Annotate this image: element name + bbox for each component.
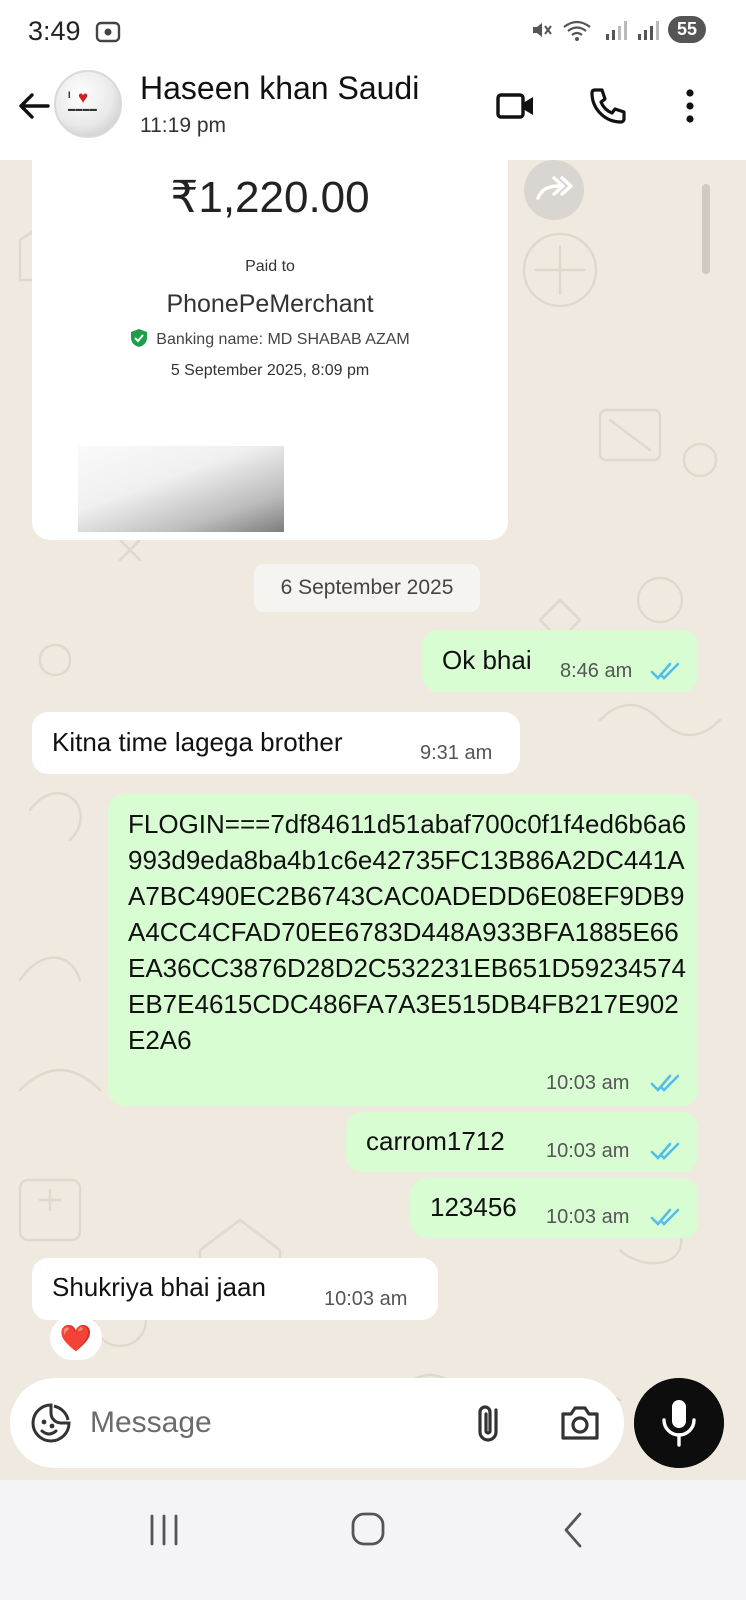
banking-name: Banking name: MD SHABAB AZAM (156, 331, 410, 348)
attach-icon[interactable] (468, 1400, 512, 1446)
message-input[interactable] (90, 1398, 450, 1448)
message-time: 10:03 am (546, 1206, 630, 1228)
signal-icon (605, 20, 627, 40)
emoji-sticker-icon[interactable] (30, 1402, 72, 1444)
banking-name-row: Banking name: MD SHABAB AZAM (32, 328, 508, 349)
chat-header: I ♥ ▬▬▬▬ Haseen khan Saudi 11:19 pm (0, 64, 746, 160)
paid-to-label: Paid to (245, 258, 295, 275)
avatar-letter-icon: I (68, 90, 71, 100)
message-text: FLOGIN===7df84611d51abaf700c0f1f4ed6b6a6… (128, 809, 687, 1055)
merchant-name: PhonePeMerchant (166, 290, 374, 318)
message-bubble-outgoing[interactable]: Ok bhai 8:46 am (422, 630, 698, 692)
status-icons: 55 (530, 16, 706, 43)
signal-2-icon (637, 20, 659, 40)
message-time: 9:31 am (420, 742, 493, 764)
message-text: carrom1712 (366, 1126, 505, 1156)
home-icon[interactable] (338, 1504, 398, 1556)
mute-icon (532, 22, 552, 37)
voice-call-icon[interactable] (586, 84, 630, 128)
message-bubble-incoming[interactable]: Kitna time lagega brother 9:31 am (32, 712, 520, 774)
message-bubble-outgoing[interactable]: 123456 10:03 am (410, 1178, 698, 1238)
message-composer (10, 1378, 624, 1468)
screen-recorder-icon (95, 21, 121, 43)
payment-receipt-card[interactable]: ₹1,220.00 Paid to PhonePeMerchant Bankin… (32, 160, 508, 540)
message-time: 10:03 am (324, 1288, 408, 1310)
chat-area[interactable]: ₹1,220.00 Paid to PhonePeMerchant Bankin… (0, 160, 746, 1480)
message-bubble-incoming[interactable]: Shukriya bhai jaan 10:03 am (32, 1258, 438, 1320)
avatar[interactable]: I ♥ ▬▬▬▬ (54, 70, 122, 138)
message-time: 10:03 am (546, 1072, 630, 1094)
forward-icon[interactable] (524, 160, 584, 220)
status-bar: 3:49 55 (0, 0, 746, 64)
mic-icon[interactable] (634, 1378, 724, 1468)
camera-icon[interactable] (558, 1402, 602, 1444)
contact-name[interactable]: Haseen khan Saudi (140, 70, 419, 107)
payment-date: 5 September 2025, 8:09 pm (170, 362, 370, 379)
battery-indicator: 55 (667, 16, 706, 43)
last-seen: 11:19 pm (140, 114, 226, 137)
heart-reaction-icon[interactable]: ❤️ (50, 1316, 102, 1360)
status-time: 3:49 (28, 16, 81, 46)
message-text: Kitna time lagega brother (52, 727, 343, 757)
date-divider: 6 September 2025 (254, 564, 480, 612)
read-ticks-icon (650, 1142, 680, 1160)
payment-amount: ₹1,220.00 (170, 173, 370, 222)
back-arrow-icon[interactable] (14, 86, 54, 126)
message-bubble-outgoing[interactable]: FLOGIN===7df84611d51abaf700c0f1f4ed6b6a6… (108, 794, 698, 1106)
back-icon[interactable] (544, 1504, 604, 1556)
avatar-emblem-icon: ▬▬▬▬ (68, 106, 98, 113)
recent-apps-icon[interactable] (134, 1504, 194, 1556)
read-ticks-icon (650, 1074, 680, 1092)
message-text: 123456 (430, 1192, 517, 1222)
scrollbar[interactable] (702, 184, 710, 274)
more-options-icon[interactable] (668, 84, 712, 128)
message-text: Ok bhai (442, 645, 532, 675)
wifi-icon (563, 20, 591, 41)
heart-icon: ♥ (78, 88, 89, 107)
receipt-image-preview (78, 446, 284, 532)
message-time: 10:03 am (546, 1140, 630, 1162)
message-time: 8:46 am (560, 660, 633, 682)
read-ticks-icon (650, 1208, 680, 1226)
verified-shield-icon (131, 329, 148, 347)
message-bubble-outgoing[interactable]: carrom1712 10:03 am (346, 1112, 698, 1172)
video-call-icon[interactable] (494, 84, 538, 128)
message-text: Shukriya bhai jaan (52, 1272, 266, 1302)
system-nav-bar (0, 1480, 746, 1600)
read-ticks-icon (650, 662, 680, 680)
